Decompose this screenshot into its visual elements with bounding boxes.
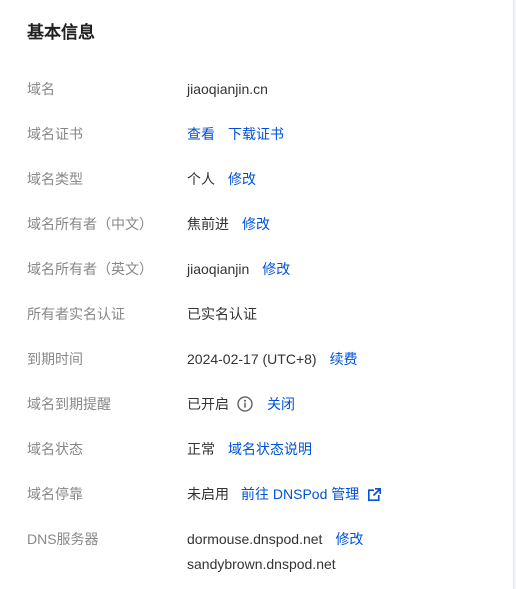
row-dns-servers: DNS服务器 dormouse.dnspod.net 修改 sandybrown… <box>0 527 513 577</box>
cert-value: 查看 下载证书 <box>187 122 284 146</box>
info-circle-icon[interactable] <box>237 396 253 412</box>
domain-type-label: 域名类型 <box>27 171 83 187</box>
row-expiry: 到期时间 2024-02-17 (UTC+8) 续费 <box>0 347 513 371</box>
owner-cn-value: 焦前进 修改 <box>187 212 270 236</box>
dns-value: dormouse.dnspod.net 修改 <box>187 527 363 551</box>
row-owner-cn: 域名所有者（中文） 焦前进 修改 <box>0 212 513 236</box>
owner-cn-text: 焦前进 <box>187 216 229 232</box>
status-text: 正常 <box>187 441 215 457</box>
row-domain-status: 域名状态 正常 域名状态说明 <box>0 437 513 461</box>
expiry-label: 到期时间 <box>27 351 83 367</box>
owner-en-text: jiaoqianjin <box>187 261 250 277</box>
renew-link[interactable]: 续费 <box>330 347 358 371</box>
edit-owner-en-link[interactable]: 修改 <box>262 257 290 281</box>
realname-label: 所有者实名认证 <box>27 306 125 322</box>
row-realname: 所有者实名认证 已实名认证 <box>0 302 513 326</box>
dnspod-manage-link[interactable]: 前往 DNSPod 管理 <box>241 482 359 506</box>
dns-label: DNS服务器 <box>27 531 99 547</box>
status-explain-link[interactable]: 域名状态说明 <box>228 437 312 461</box>
expiry-date-text: 2024-02-17 (UTC+8) <box>187 351 317 367</box>
cert-label: 域名证书 <box>27 126 83 142</box>
domain-type-value: 个人 修改 <box>187 167 256 191</box>
close-reminder-link[interactable]: 关闭 <box>267 392 295 416</box>
parking-value: 未启用 前往 DNSPod 管理 <box>187 482 382 506</box>
realname-status-text: 已实名认证 <box>187 306 257 322</box>
owner-en-label: 域名所有者（英文） <box>27 261 153 277</box>
reminder-value: 已开启 关闭 <box>187 392 295 416</box>
status-value: 正常 域名状态说明 <box>187 437 312 461</box>
dns-server-2: sandybrown.dnspod.net <box>187 556 336 572</box>
edit-owner-cn-link[interactable]: 修改 <box>242 212 270 236</box>
domain-type-text: 个人 <box>187 171 215 187</box>
domain-value: jiaoqianjin.cn <box>187 77 268 101</box>
reminder-label: 域名到期提醒 <box>27 396 111 412</box>
realname-value: 已实名认证 <box>187 302 257 326</box>
domain-label: 域名 <box>27 81 55 97</box>
parking-status-text: 未启用 <box>187 486 229 502</box>
card-title: 基本信息 <box>27 23 95 42</box>
edit-dns-link[interactable]: 修改 <box>335 527 363 551</box>
view-cert-link[interactable]: 查看 <box>187 122 215 146</box>
row-domain-parking: 域名停靠 未启用 前往 DNSPod 管理 <box>0 482 513 506</box>
expiry-value: 2024-02-17 (UTC+8) 续费 <box>187 347 358 371</box>
row-domain: 域名 jiaoqianjin.cn <box>0 77 513 101</box>
download-cert-link[interactable]: 下载证书 <box>228 122 284 146</box>
owner-en-value: jiaoqianjin 修改 <box>187 257 290 281</box>
reminder-status-text: 已开启 <box>187 396 229 412</box>
basic-info-card: 基本信息 域名 jiaoqianjin.cn 域名证书 查看 下载证书 域名类型… <box>0 0 514 589</box>
row-domain-type: 域名类型 个人 修改 <box>0 167 513 191</box>
row-owner-en: 域名所有者（英文） jiaoqianjin 修改 <box>0 257 513 281</box>
dns-server-1: dormouse.dnspod.net <box>187 531 323 547</box>
status-label: 域名状态 <box>27 441 83 457</box>
row-expiry-reminder: 域名到期提醒 已开启 关闭 <box>0 392 513 416</box>
owner-cn-label: 域名所有者（中文） <box>27 216 153 232</box>
edit-domain-type-link[interactable]: 修改 <box>228 167 256 191</box>
row-cert: 域名证书 查看 下载证书 <box>0 122 513 146</box>
domain-name-text: jiaoqianjin.cn <box>187 81 268 97</box>
external-link-icon[interactable] <box>368 487 382 501</box>
parking-label: 域名停靠 <box>27 486 83 502</box>
